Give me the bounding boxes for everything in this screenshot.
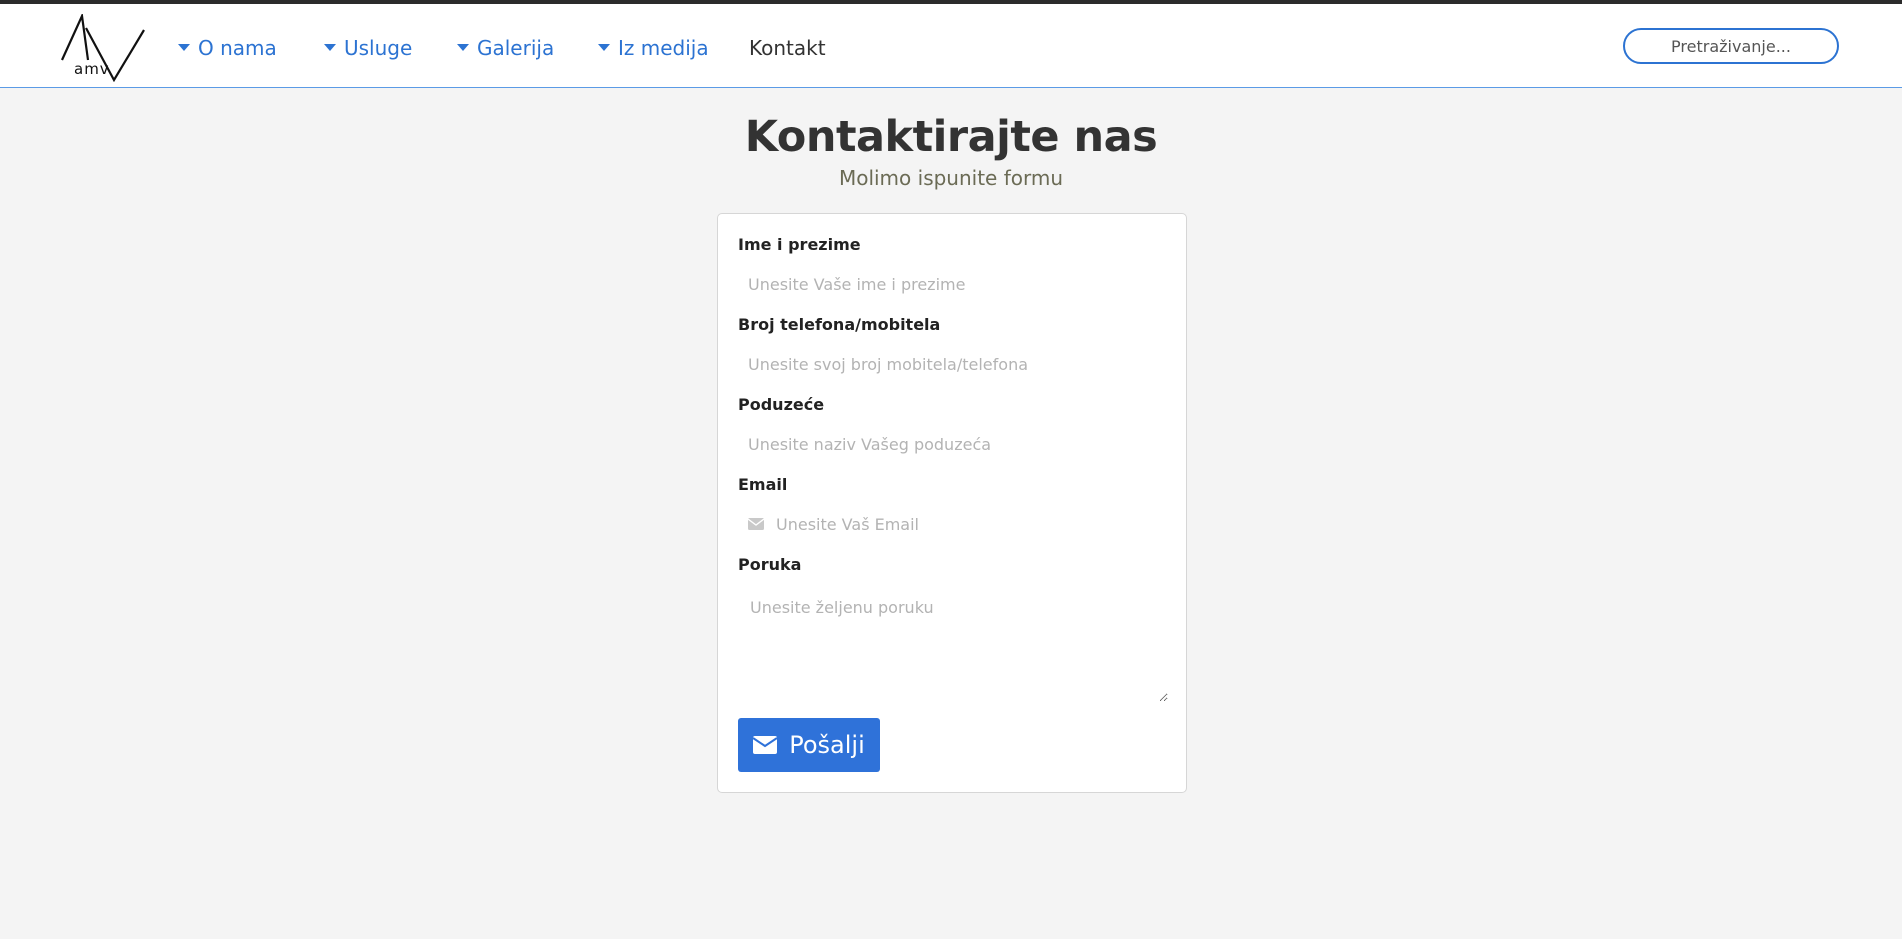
nav-label: Usluge (344, 36, 413, 60)
company-field[interactable] (738, 424, 1166, 464)
nav-label: Kontakt (749, 36, 826, 60)
envelope-icon (753, 736, 778, 754)
caret-down-icon (324, 43, 336, 51)
nav-item-iz-medija[interactable]: Iz medija (598, 30, 709, 66)
email-input-group (738, 504, 1166, 544)
caret-down-icon (598, 43, 610, 51)
search-input[interactable] (1623, 28, 1839, 64)
amv-logo[interactable]: amv (60, 12, 148, 83)
page-heading: Kontaktirajte nas Molimo ispunite formu (0, 112, 1902, 190)
nav-label: Iz medija (618, 36, 709, 60)
site-header: amv O nama Usluge Galerija Iz medija Kon… (0, 4, 1902, 88)
email-label: Email (738, 475, 788, 494)
contact-form: Ime i prezime Broj telefona/mobitela Pod… (717, 213, 1187, 793)
caret-down-icon (178, 43, 190, 51)
name-field[interactable] (738, 264, 1166, 304)
email-field[interactable] (766, 504, 1166, 544)
nav-item-kontakt[interactable]: Kontakt (749, 30, 826, 66)
caret-down-icon (457, 43, 469, 51)
nav-label: Galerija (477, 36, 555, 60)
nav-item-galerija[interactable]: Galerija (457, 30, 554, 66)
message-field[interactable] (740, 584, 1168, 702)
phone-field[interactable] (738, 344, 1166, 384)
nav-item-usluge[interactable]: Usluge (324, 30, 412, 66)
envelope-icon (748, 518, 764, 530)
send-button-label: Pošalji (789, 731, 865, 759)
send-button[interactable]: Pošalji (738, 718, 880, 772)
message-label: Poruka (738, 555, 802, 574)
name-label: Ime i prezime (738, 235, 861, 254)
nav-item-o-nama[interactable]: O nama (178, 30, 277, 66)
logo-text: amv (74, 60, 110, 78)
nav-label: O nama (198, 36, 277, 60)
page-title: Kontaktirajte nas (744, 112, 1158, 162)
page-subtitle: Molimo ispunite formu (838, 166, 1064, 190)
phone-label: Broj telefona/mobitela (738, 315, 941, 334)
company-label: Poduzeće (738, 395, 825, 414)
